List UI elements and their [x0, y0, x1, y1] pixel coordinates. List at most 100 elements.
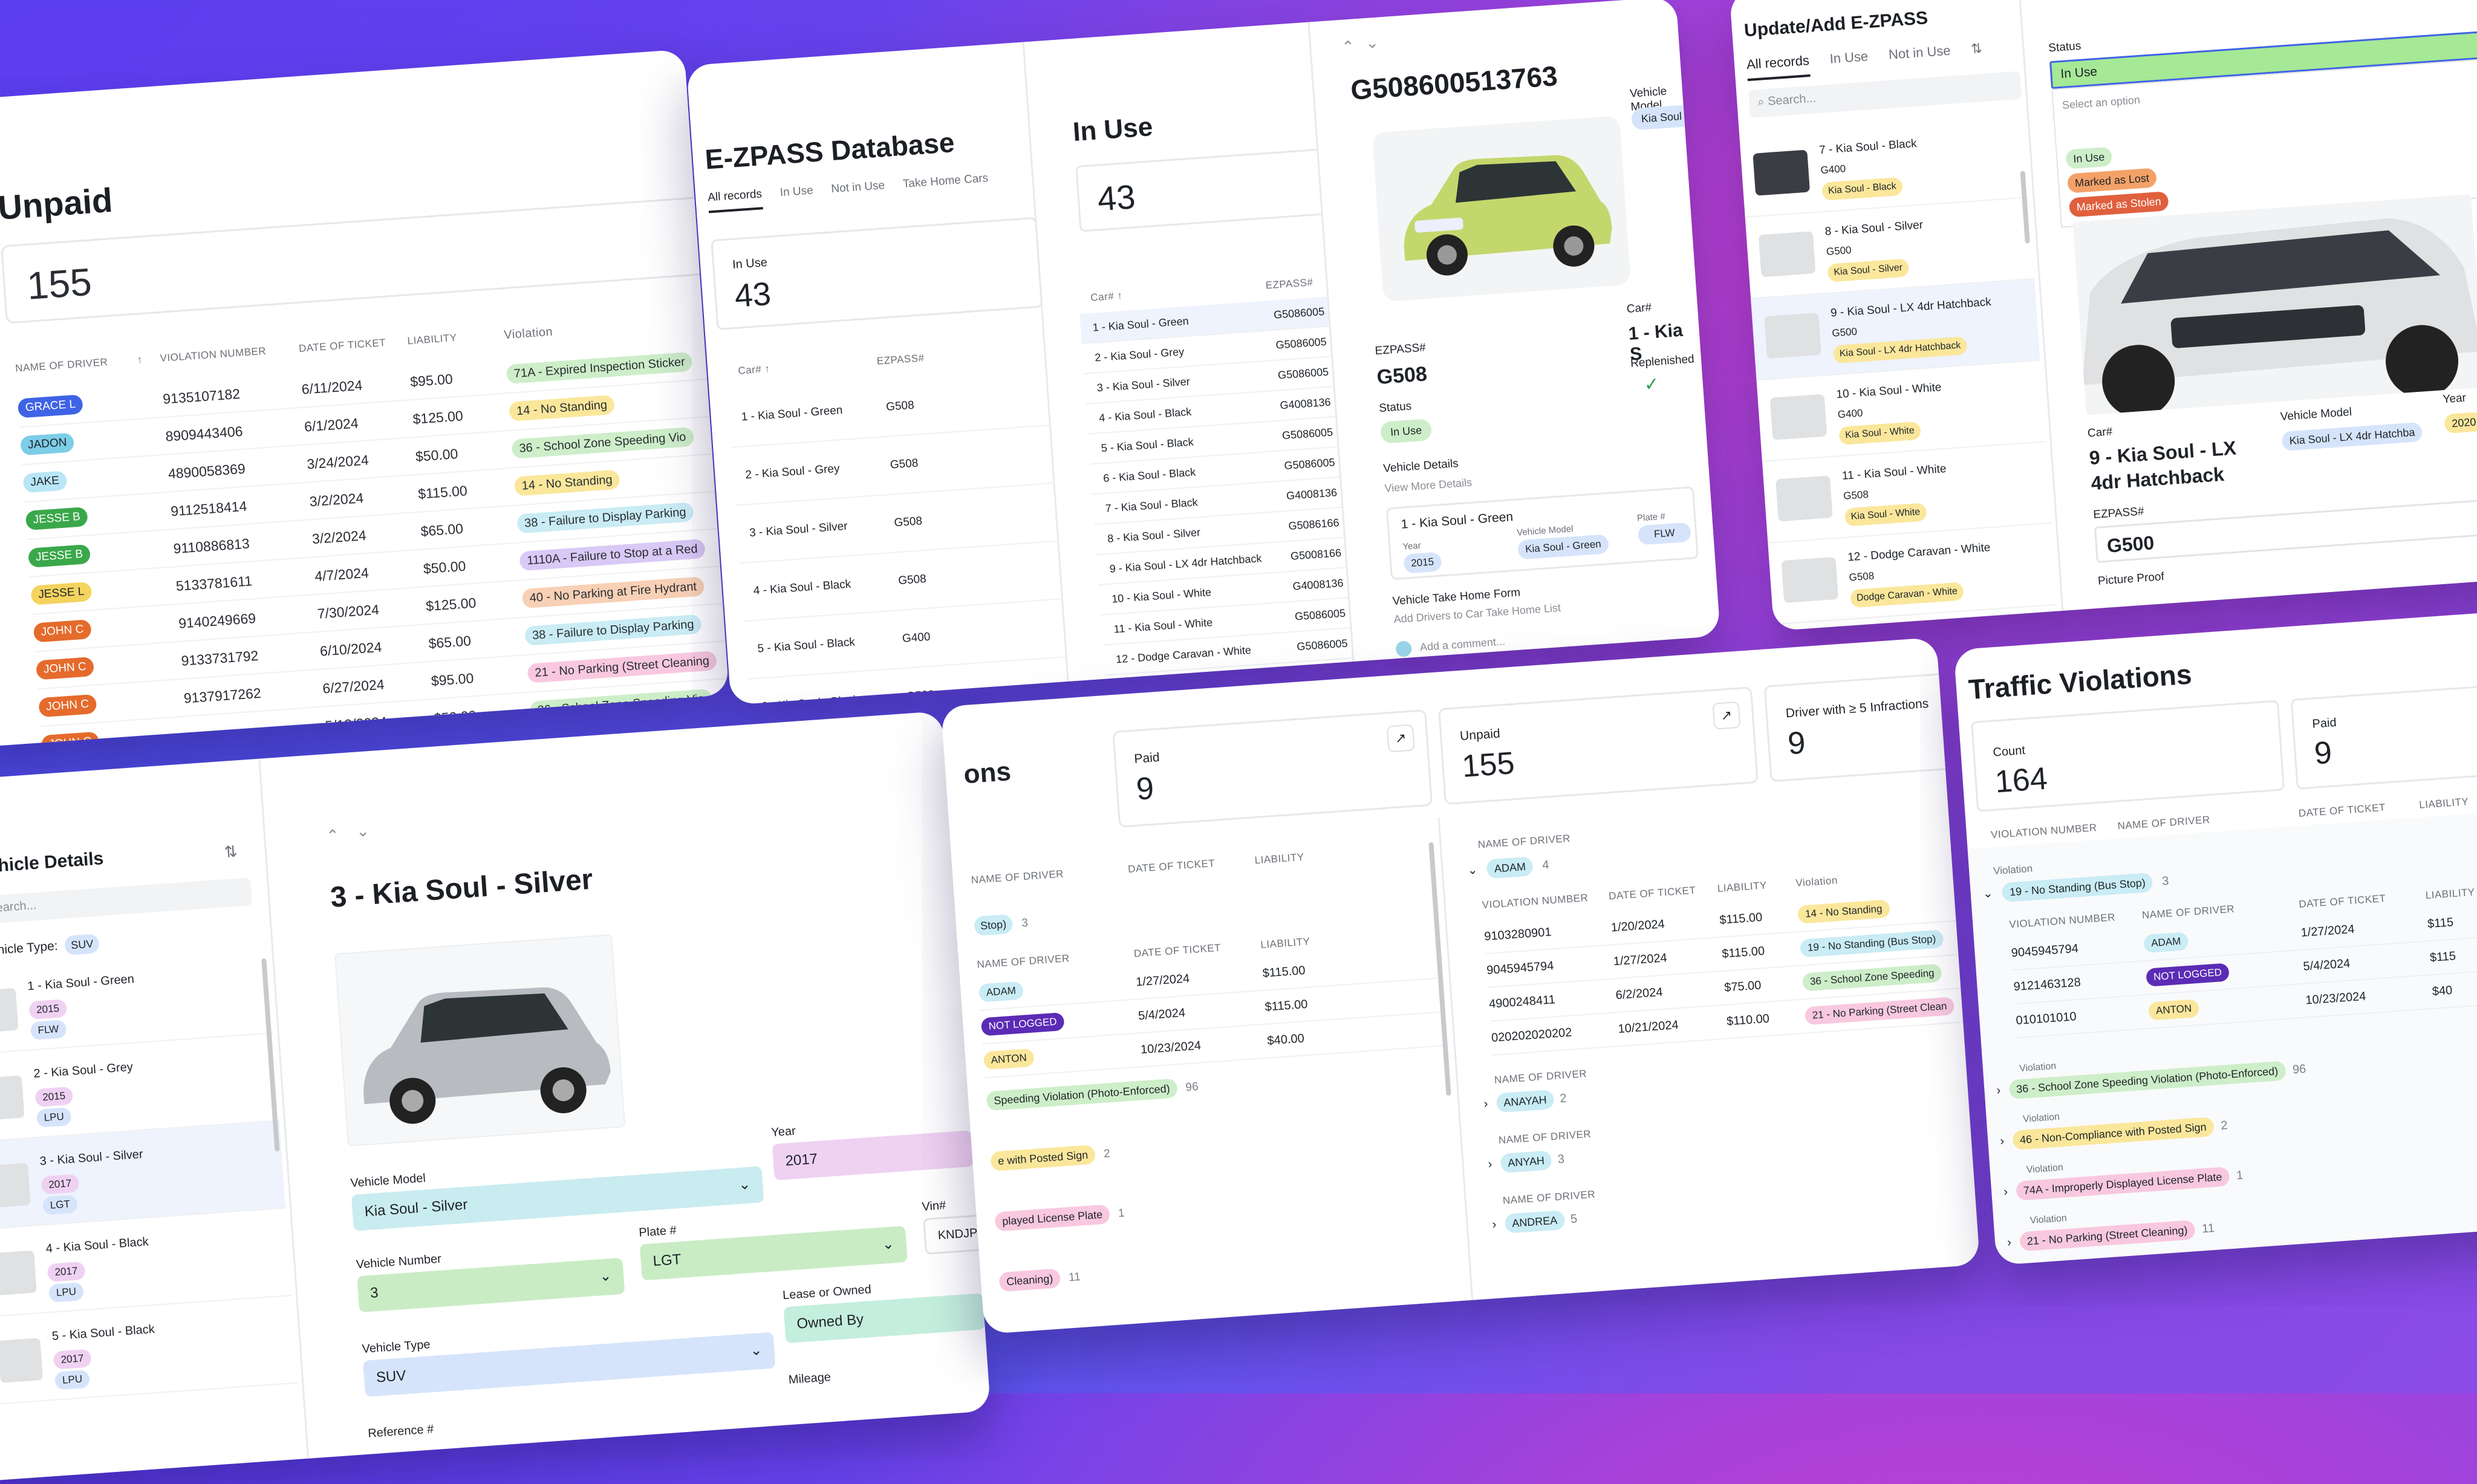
- checkmark-icon[interactable]: ✓: [1644, 374, 1661, 396]
- chevron-right-icon[interactable]: ›: [1488, 1157, 1492, 1171]
- group-stop[interactable]: Stop) 3: [974, 913, 1029, 936]
- traffic-groups: Violation › 36 - School Zone Speeding Viol…: [1995, 1027, 2477, 1264]
- col-liability[interactable]: LIABILITY: [2419, 796, 2469, 812]
- tab-in-use[interactable]: In Use: [1829, 48, 1869, 75]
- driver-chip: JESSE B: [25, 507, 88, 531]
- col-date[interactable]: DATE OF TICKET: [298, 337, 386, 355]
- group-row[interactable]: Cleaning) 11: [998, 1267, 1081, 1292]
- comment-input[interactable]: Add a comment...: [1419, 635, 1505, 654]
- chevron-down-icon[interactable]: ⌄: [356, 821, 370, 841]
- sort-icon[interactable]: ⇅: [1971, 41, 1984, 65]
- driver5-card: Driver with ≥ 5 Infractions 9: [1763, 668, 1981, 783]
- col-driver[interactable]: NAME OF DRIVER: [15, 356, 108, 375]
- filter-row: Vehicle Type: SUV: [0, 933, 100, 961]
- tab-take-home-cars[interactable]: Take Home Cars: [902, 172, 989, 200]
- liability: $115.00: [417, 483, 468, 502]
- sort-up-icon[interactable]: ↑: [137, 354, 143, 366]
- group-line: › ANAYAH 2: [1483, 1087, 1589, 1114]
- car-name: 1 - Kia Soul - Green: [1092, 314, 1190, 334]
- group-row[interactable]: Violation › 46 - Non-Compliance with Poste…: [1999, 1100, 2228, 1151]
- chevron-right-icon[interactable]: ›: [2003, 1185, 2008, 1199]
- col-ezpass[interactable]: EZPASS#: [1265, 276, 1313, 291]
- vd-car: 1 - Kia Soul - Green: [1401, 509, 1514, 532]
- group-row[interactable]: NAME OF DRIVER › ANDREA 5: [1490, 1188, 1597, 1234]
- tab-in-use[interactable]: In Use: [780, 184, 814, 208]
- group-adam[interactable]: ⌄ ADAM 4: [1467, 855, 1550, 880]
- col-date[interactable]: DATE OF TICKET: [2298, 802, 2386, 820]
- expand-icon[interactable]: ↗: [1386, 724, 1415, 753]
- col-ezpass[interactable]: EZPASS#: [876, 352, 925, 367]
- col-driver[interactable]: NAME OF DRIVER: [971, 868, 1064, 886]
- mileage-label: Mileage: [788, 1370, 832, 1387]
- col-violation-number[interactable]: VIOLATION NUMBER: [1990, 822, 2097, 841]
- tab-not-in-use[interactable]: Not in Use: [1888, 43, 1951, 71]
- sort-up-icon[interactable]: ↑: [764, 363, 770, 375]
- col-liability[interactable]: LIABILITY: [1260, 936, 1310, 951]
- group-row[interactable]: Violation › 74A - Improperly Displayed Lic…: [2002, 1150, 2244, 1202]
- chevron-right-icon[interactable]: ›: [1483, 1097, 1488, 1110]
- chevron-down-icon[interactable]: ⌄: [1365, 33, 1379, 53]
- year-field[interactable]: 2017: [772, 1130, 974, 1180]
- tab-all-records[interactable]: All records: [1746, 53, 1811, 82]
- plate-chip: FLW: [30, 1020, 67, 1041]
- list-item[interactable]: 5 - Kia Soul - Black 2017 LPU: [0, 1296, 298, 1409]
- option-marked-stolen[interactable]: Marked as Stolen: [2068, 191, 2169, 218]
- option-marked-lost[interactable]: Marked as Lost: [2066, 168, 2157, 194]
- search-input[interactable]: Search...: [0, 877, 253, 925]
- ezpass-code: G5086005: [1273, 305, 1325, 321]
- col-liability[interactable]: LIABILITY: [2425, 887, 2475, 902]
- col-liability[interactable]: LIABILITY: [407, 332, 457, 348]
- group-row[interactable]: Violation › 21 - No Parking (Street Cleani…: [2005, 1203, 2215, 1252]
- expand-icon[interactable]: ↗: [1712, 701, 1741, 730]
- plate-select[interactable]: LGT ⌄: [639, 1226, 908, 1281]
- group-row[interactable]: NAME OF DRIVER › ANAYAH 2: [1482, 1068, 1589, 1114]
- col-violation-number[interactable]: VIOLATION NUMBER: [1482, 892, 1589, 911]
- group-row[interactable]: e with Posted Sign 2: [990, 1144, 1110, 1171]
- sort-up-icon[interactable]: ↑: [1117, 290, 1123, 302]
- chevron-up-icon[interactable]: ⌃: [325, 826, 340, 845]
- col-driver[interactable]: NAME OF DRIVER: [2141, 903, 2235, 922]
- col-violation[interactable]: Violation: [504, 325, 553, 343]
- chevron-right-icon[interactable]: ›: [1492, 1218, 1497, 1231]
- col-date[interactable]: DATE OF TICKET: [2299, 893, 2386, 911]
- chevron-right-icon[interactable]: ›: [1996, 1084, 2001, 1097]
- driver-chip: JOHN C: [33, 619, 92, 643]
- chevron-right-icon[interactable]: ›: [2000, 1134, 2005, 1148]
- tab-all-records[interactable]: All records: [707, 187, 763, 213]
- col-violation-number[interactable]: VIOLATION NUMBER: [2009, 911, 2116, 930]
- violation-number: 4890058369: [168, 460, 246, 482]
- tab-not-in-use[interactable]: Not in Use: [831, 179, 886, 204]
- group-row[interactable]: NAME OF DRIVER › ANYAH 3: [1486, 1128, 1593, 1174]
- chevron-down-icon[interactable]: ⌄: [1982, 887, 1993, 900]
- vehicle-detail-card[interactable]: 1 - Kia Soul - Green Year 2015 Vehicle M…: [1385, 486, 1699, 581]
- group-count: 3: [1021, 916, 1029, 930]
- col-driver[interactable]: NAME OF DRIVER: [977, 952, 1070, 971]
- ez-field[interactable]: G500: [2094, 497, 2477, 563]
- option-in-use[interactable]: In Use: [2065, 146, 2113, 169]
- col-liability[interactable]: LIABILITY: [1254, 851, 1304, 867]
- col-date[interactable]: DATE OF TICKET: [1128, 858, 1216, 876]
- update-tabs: All records In Use Not in Use ⇅: [1746, 41, 1984, 82]
- chevron-down-icon[interactable]: ⌄: [1467, 864, 1478, 877]
- col-violation-number[interactable]: VIOLATION NUMBER: [160, 345, 267, 365]
- vehicle-detail-title: 3 - Kia Soul - Silver: [329, 863, 594, 914]
- driver-chip: GRACE L: [17, 394, 84, 418]
- group-row[interactable]: played License Plate 1: [994, 1203, 1125, 1232]
- group-count: 11: [2201, 1221, 2215, 1236]
- col-car[interactable]: Car#: [738, 363, 762, 377]
- col-violation[interactable]: Violation: [1795, 874, 1838, 890]
- ticket-date: 10/21/2024: [1617, 1018, 1679, 1036]
- chevron-up-icon[interactable]: ⌃: [1341, 37, 1355, 56]
- col-driver[interactable]: NAME OF DRIVER: [2117, 814, 2210, 833]
- plate-chip: LPU: [36, 1107, 72, 1128]
- driver-chip: ANTON: [983, 1048, 1035, 1070]
- filter-chip[interactable]: SUV: [64, 933, 100, 955]
- col-liability[interactable]: LIABILITY: [1717, 879, 1767, 895]
- ezpass-code: G508: [893, 515, 923, 530]
- view-more-details-link[interactable]: View More Details: [1384, 477, 1473, 495]
- col-car[interactable]: Car#: [1090, 290, 1115, 304]
- col-date[interactable]: DATE OF TICKET: [1133, 942, 1221, 960]
- sort-icon[interactable]: ⇅: [224, 842, 238, 862]
- col-date[interactable]: DATE OF TICKET: [1609, 884, 1696, 902]
- chevron-right-icon[interactable]: ›: [2007, 1235, 2011, 1249]
